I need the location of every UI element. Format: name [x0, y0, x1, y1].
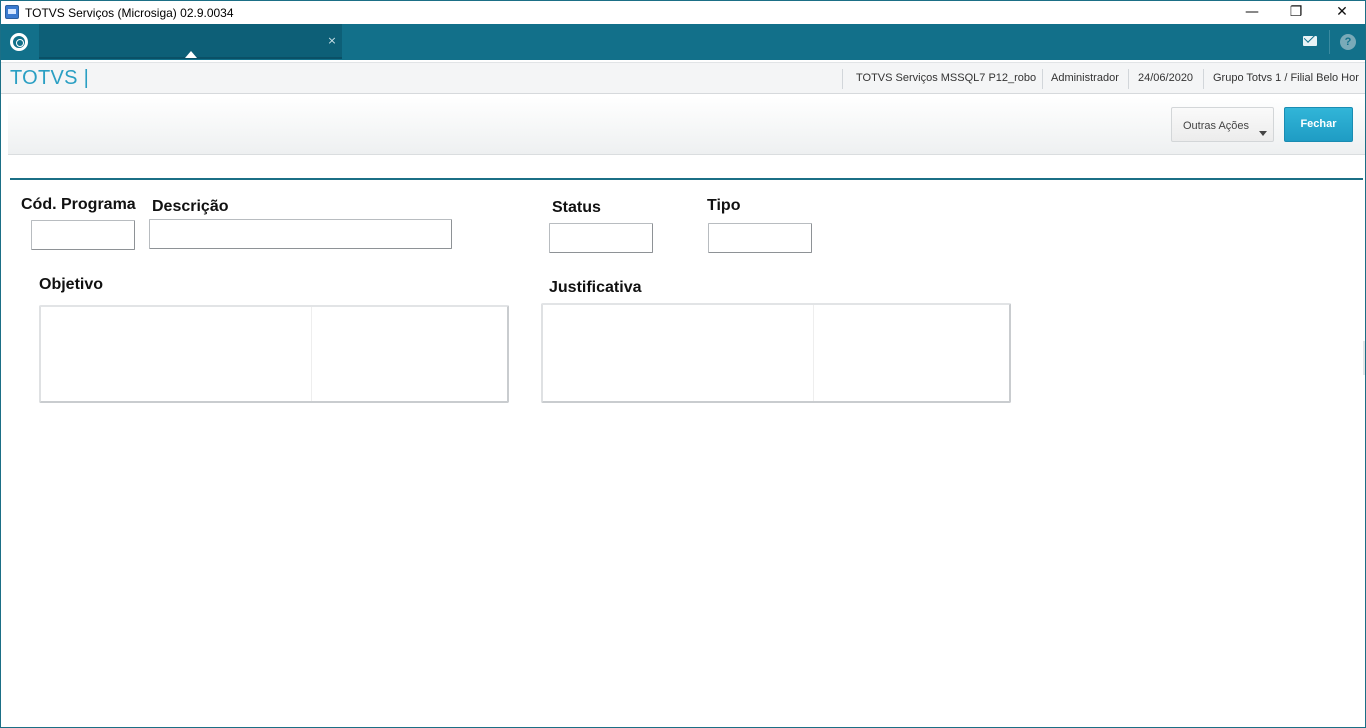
tabbar-divider [1329, 30, 1330, 54]
other-actions-button[interactable]: Outras Ações [1171, 107, 1274, 142]
window-titlebar: TOTVS Serviços (Microsiga) 02.9.0034 — ❐… [1, 1, 1365, 24]
chevron-down-icon [1259, 131, 1267, 136]
tab-close-icon[interactable]: × [325, 34, 339, 48]
header-bar: TOTVS | TOTVS Serviços MSSQL7 P12_robo A… [1, 62, 1365, 94]
cod-programa-field[interactable] [31, 220, 135, 250]
tab-active[interactable]: × [39, 24, 342, 59]
memo-divider [311, 307, 312, 401]
totvs-logo-icon[interactable] [10, 33, 28, 51]
tipo-field[interactable] [708, 223, 812, 253]
justificativa-label: Justificativa [549, 279, 642, 296]
form-top-divider [10, 178, 1363, 180]
application-window: TOTVS Serviços (Microsiga) 02.9.0034 — ❐… [0, 0, 1366, 728]
objetivo-textarea[interactable] [39, 305, 509, 403]
company-label: Grupo Totvs 1 / Filial Belo Hor [1213, 72, 1359, 84]
brand-logo: TOTVS | [10, 67, 90, 89]
other-actions-label: Outras Ações [1183, 120, 1250, 132]
tipo-label: Tipo [707, 197, 741, 214]
action-toolbar: Outras Ações Fechar [8, 97, 1365, 155]
header-divider [1203, 69, 1204, 89]
header-divider [1042, 69, 1043, 89]
environment-label: TOTVS Serviços MSSQL7 P12_robo [856, 72, 1037, 84]
restore-button[interactable]: ❐ [1273, 1, 1319, 24]
minimize-button[interactable]: — [1229, 1, 1275, 24]
header-divider [1128, 69, 1129, 89]
window-title: TOTVS Serviços (Microsiga) 02.9.0034 [25, 6, 234, 20]
descricao-label: Descrição [152, 198, 229, 215]
status-label: Status [552, 199, 601, 216]
mail-icon[interactable] [1303, 36, 1317, 46]
justificativa-textarea[interactable] [541, 303, 1011, 403]
tab-caret-icon [185, 51, 197, 58]
cod-programa-label: Cód. Programa [21, 196, 136, 213]
help-icon[interactable]: ? [1340, 34, 1356, 50]
close-window-button[interactable]: ✕ [1319, 1, 1365, 24]
objetivo-label: Objetivo [39, 276, 104, 293]
header-divider [842, 69, 843, 89]
close-button[interactable]: Fechar [1284, 107, 1353, 142]
descricao-field[interactable] [149, 219, 452, 249]
app-window-icon [5, 5, 19, 19]
memo-divider [813, 305, 814, 401]
tab-bar: × ? [1, 24, 1365, 60]
status-field[interactable] [549, 223, 653, 253]
user-label: Administrador [1051, 72, 1119, 84]
date-label: 24/06/2020 [1138, 72, 1194, 84]
